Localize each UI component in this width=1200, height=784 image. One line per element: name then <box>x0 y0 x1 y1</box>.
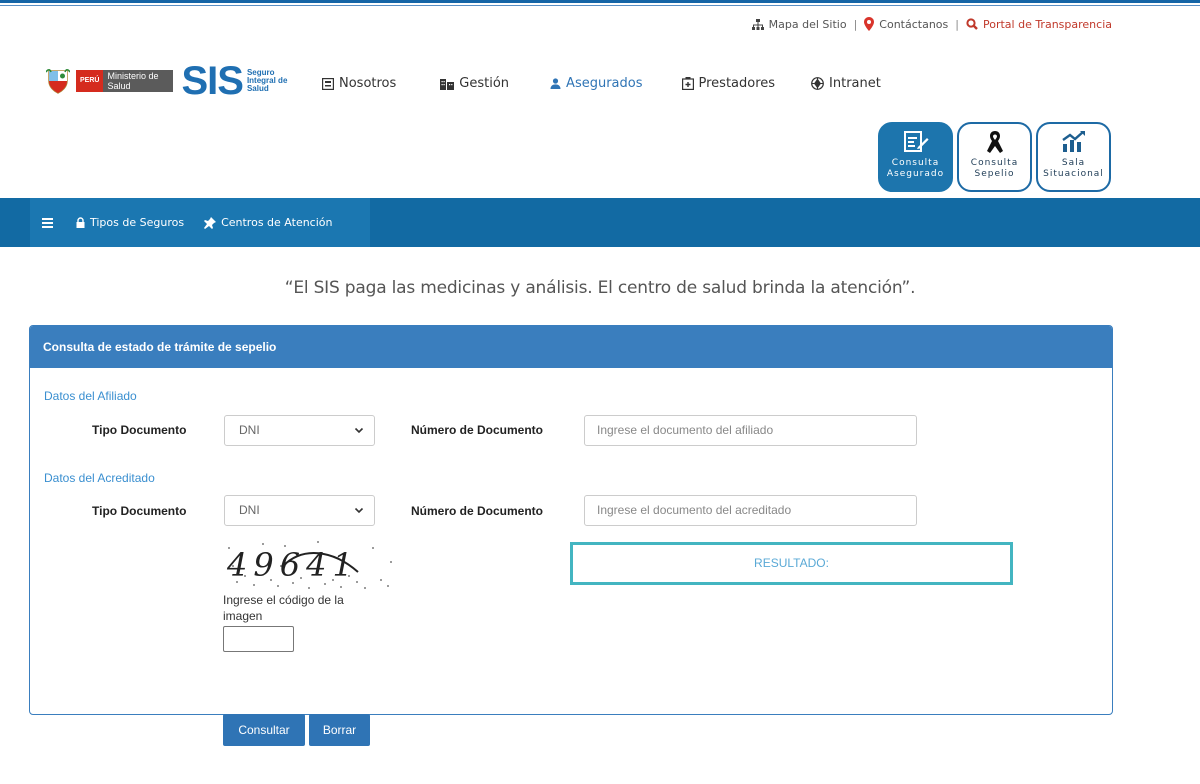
contact-label: Contáctanos <box>879 17 949 31</box>
contact-link[interactable]: Contáctanos <box>864 17 948 31</box>
lock-icon <box>76 217 85 228</box>
sepelio-form-panel: Consulta de estado de trámite de sepelio… <box>29 325 1113 715</box>
quick-button-label: Consulta Asegurado <box>886 158 945 179</box>
afiliado-numero-label: Número de Documento <box>411 423 544 437</box>
quick-button-label: Sala Situacional <box>1043 158 1104 179</box>
separator: | <box>853 17 858 31</box>
acreditado-tipo-value: DNI <box>239 503 260 517</box>
panel-title: Consulta de estado de trámite de sepelio <box>30 326 1112 368</box>
slogan: “El SIS paga las medicinas y análisis. E… <box>284 278 916 298</box>
quick-button-label: Consulta Sepelio <box>970 158 1019 179</box>
ministry-badge: Ministerio de Salud <box>103 70 174 92</box>
borrar-button[interactable]: Borrar <box>309 714 370 746</box>
transparency-link[interactable]: Portal de Transparencia <box>966 18 1112 31</box>
chart-icon <box>1038 130 1109 156</box>
result-box: RESULTADO: <box>570 542 1013 585</box>
location-pin-icon <box>864 17 875 31</box>
top-border-thin <box>0 5 1200 6</box>
globe-icon <box>811 77 824 90</box>
peru-badge: PERÚ <box>76 70 104 92</box>
building-icon <box>440 78 455 90</box>
nav-item-centros-de-atencion[interactable]: Centros de Atención <box>204 216 333 229</box>
consulta-sepelio-button[interactable]: Consulta Sepelio <box>957 122 1032 192</box>
logo-group: PERÚ Ministerio de Salud SIS Seguro Inte… <box>46 61 291 101</box>
acreditado-numero-label: Número de Documento <box>411 504 544 518</box>
nav-label: Gestión <box>459 76 510 91</box>
sitemap-icon <box>751 18 764 30</box>
nav-item-nosotros[interactable]: Nosotros <box>322 76 396 91</box>
nav-label: Tipos de Seguros <box>90 216 185 229</box>
user-icon <box>550 78 561 89</box>
chevron-down-icon <box>354 416 364 456</box>
nav-label: Centros de Atención <box>221 216 333 229</box>
sitemap-label: Mapa del Sitio <box>768 17 847 31</box>
pin-icon <box>204 216 217 229</box>
acreditado-tipo-label: Tipo Documento <box>92 504 187 518</box>
top-border <box>0 0 1200 3</box>
edit-form-icon <box>880 130 951 156</box>
search-icon <box>966 18 978 30</box>
hospital-icon <box>681 77 694 90</box>
nav-label: Asegurados <box>566 76 643 91</box>
consultar-button[interactable]: Consultar <box>223 714 305 746</box>
nav-item-gestion[interactable]: Gestión <box>440 76 509 91</box>
captcha-text: 49641 <box>226 546 359 584</box>
id-card-icon <box>322 77 334 90</box>
transparency-label: Portal de Transparencia <box>982 17 1112 31</box>
sitemap-link[interactable]: Mapa del Sitio <box>751 17 847 31</box>
sis-logo[interactable]: SIS <box>181 61 243 101</box>
afiliado-tipo-select[interactable]: DNI <box>224 415 375 446</box>
acreditado-tipo-select[interactable]: DNI <box>224 495 375 526</box>
afiliado-tipo-label: Tipo Documento <box>92 423 187 437</box>
captcha-label: Ingrese el código de la imagen <box>223 593 344 623</box>
nav-item-prestadores[interactable]: Prestadores <box>681 76 776 91</box>
nav-item-asegurados[interactable]: Asegurados <box>550 76 643 91</box>
afiliado-tipo-value: DNI <box>239 423 260 437</box>
sis-logo-subtitle: Seguro Integral de Salud <box>246 68 288 93</box>
ribbon-icon <box>959 130 1030 156</box>
secondary-nav: Tipos de Seguros Centros de Atención <box>30 198 370 247</box>
consulta-asegurado-button[interactable]: Consulta Asegurado <box>878 122 953 192</box>
peru-shield-icon <box>46 68 70 94</box>
secondary-nav-bar: Tipos de Seguros Centros de Atención <box>0 198 1200 247</box>
hamburger-menu-icon[interactable] <box>42 217 53 228</box>
captcha-image: 49641 <box>226 541 392 589</box>
main-nav: Nosotros Gestión Asegurados Prestadores … <box>322 76 881 91</box>
section-acreditado: Datos del Acreditado <box>44 471 155 485</box>
sala-situacional-button[interactable]: Sala Situacional <box>1036 122 1111 192</box>
nav-item-tipos-de-seguros[interactable]: Tipos de Seguros <box>76 216 184 229</box>
nav-label: Nosotros <box>339 76 397 91</box>
nav-item-intranet[interactable]: Intranet <box>811 76 881 91</box>
separator: | <box>955 17 959 31</box>
acreditado-document-input[interactable]: Ingrese el documento del acreditado <box>584 495 917 526</box>
section-afiliado: Datos del Afiliado <box>44 389 137 403</box>
captcha-input[interactable] <box>223 626 294 652</box>
afiliado-document-input[interactable]: Ingrese el documento del afiliado <box>584 415 917 446</box>
nav-label: Intranet <box>829 76 881 91</box>
chevron-down-icon <box>354 496 364 536</box>
utility-links: Mapa del Sitio | Contáctanos | Portal de… <box>751 17 1112 31</box>
nav-label: Prestadores <box>698 76 776 91</box>
